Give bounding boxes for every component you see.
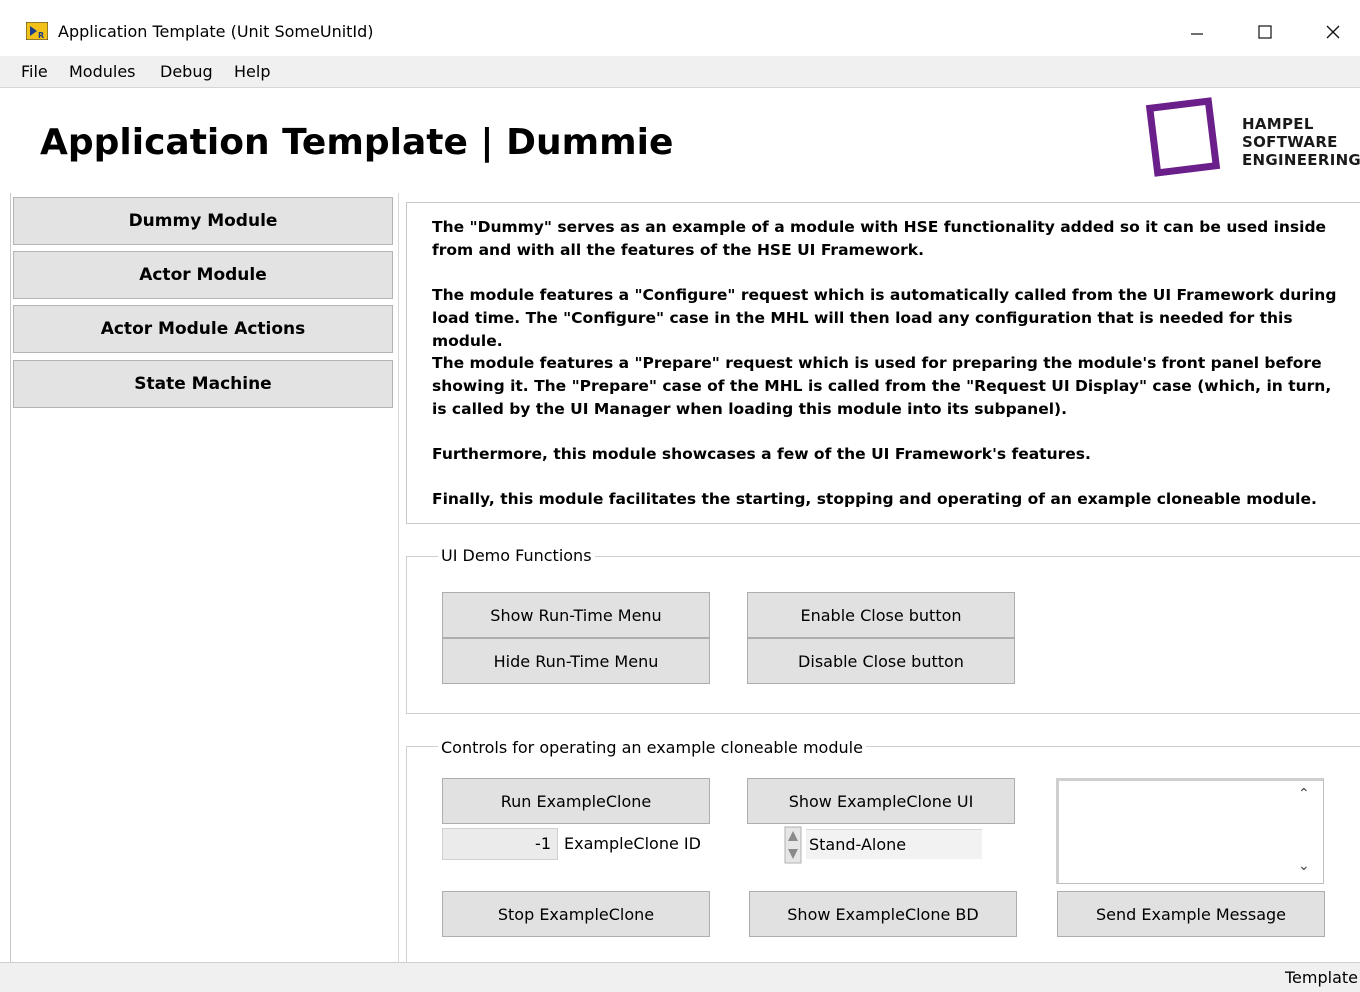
mode-spinner-icon[interactable] — [784, 826, 802, 864]
close-window-button[interactable] — [1308, 12, 1358, 52]
minimize-button[interactable] — [1172, 12, 1222, 52]
exampleclone-id-field[interactable]: -1 — [442, 828, 558, 860]
menu-file[interactable]: File — [21, 62, 48, 81]
description-paragraph-4: Furthermore, this module showcases a few… — [432, 445, 1091, 463]
menu-debug[interactable]: Debug — [160, 62, 213, 81]
description-paragraph-3: The module features a "Prepare" request … — [432, 354, 1332, 418]
show-exampleclone-ui-button[interactable]: Show ExampleClone UI — [747, 778, 1015, 824]
svg-text:R: R — [38, 31, 44, 40]
disable-close-button[interactable]: Disable Close button — [747, 638, 1015, 684]
show-exampleclone-bd-button[interactable]: Show ExampleClone BD — [749, 891, 1017, 937]
ui-demo-group-label: UI Demo Functions — [438, 546, 595, 565]
menu-help[interactable]: Help — [234, 62, 270, 81]
window-title: Application Template (Unit SomeUnitId) — [58, 22, 374, 41]
nav-actor-module[interactable]: Actor Module — [13, 251, 393, 299]
logo-text-line1: HAMPEL — [1242, 115, 1314, 133]
hse-logo-icon — [1145, 97, 1221, 177]
show-run-time-menu-button[interactable]: Show Run-Time Menu — [442, 592, 710, 638]
stop-exampleclone-button[interactable]: Stop ExampleClone — [442, 891, 710, 937]
description-paragraph-2: The module features a "Configure" reques… — [432, 286, 1337, 350]
scroll-down-icon[interactable]: ⌄ — [1298, 858, 1310, 874]
status-bar — [0, 962, 1360, 992]
message-textarea[interactable] — [1056, 778, 1324, 884]
nav-dummy-module[interactable]: Dummy Module — [13, 197, 393, 245]
exampleclone-id-label: ExampleClone ID — [564, 834, 701, 853]
logo-text-line2: SOFTWARE — [1242, 133, 1338, 151]
send-example-message-button[interactable]: Send Example Message — [1057, 891, 1325, 937]
status-text: Template — [1284, 968, 1358, 987]
nav-actor-module-actions[interactable]: Actor Module Actions — [13, 305, 393, 353]
description-paragraph-5: Finally, this module facilitates the sta… — [432, 490, 1317, 508]
menu-modules[interactable]: Modules — [69, 62, 136, 81]
run-exampleclone-button[interactable]: Run ExampleClone — [442, 778, 710, 824]
panel-divider — [398, 193, 399, 963]
labview-app-icon: R — [26, 22, 48, 40]
clone-controls-group-label: Controls for operating an example clonea… — [438, 738, 866, 757]
description-paragraph-1: The "Dummy" serves as an example of a mo… — [432, 218, 1327, 259]
scroll-up-icon[interactable]: ⌃ — [1298, 786, 1310, 802]
clone-mode-field[interactable]: Stand-Alone — [806, 829, 982, 859]
minimize-icon — [1191, 33, 1203, 35]
maximize-icon — [1258, 25, 1272, 39]
close-icon — [1326, 25, 1340, 39]
maximize-button[interactable] — [1240, 12, 1290, 52]
enable-close-button[interactable]: Enable Close button — [747, 592, 1015, 638]
left-frame-border — [10, 193, 11, 963]
nav-state-machine[interactable]: State Machine — [13, 360, 393, 408]
page-title: Application Template | Dummie — [40, 122, 674, 163]
logo-text-line3: ENGINEERING — [1242, 151, 1360, 169]
hide-run-time-menu-button[interactable]: Hide Run-Time Menu — [442, 638, 710, 684]
